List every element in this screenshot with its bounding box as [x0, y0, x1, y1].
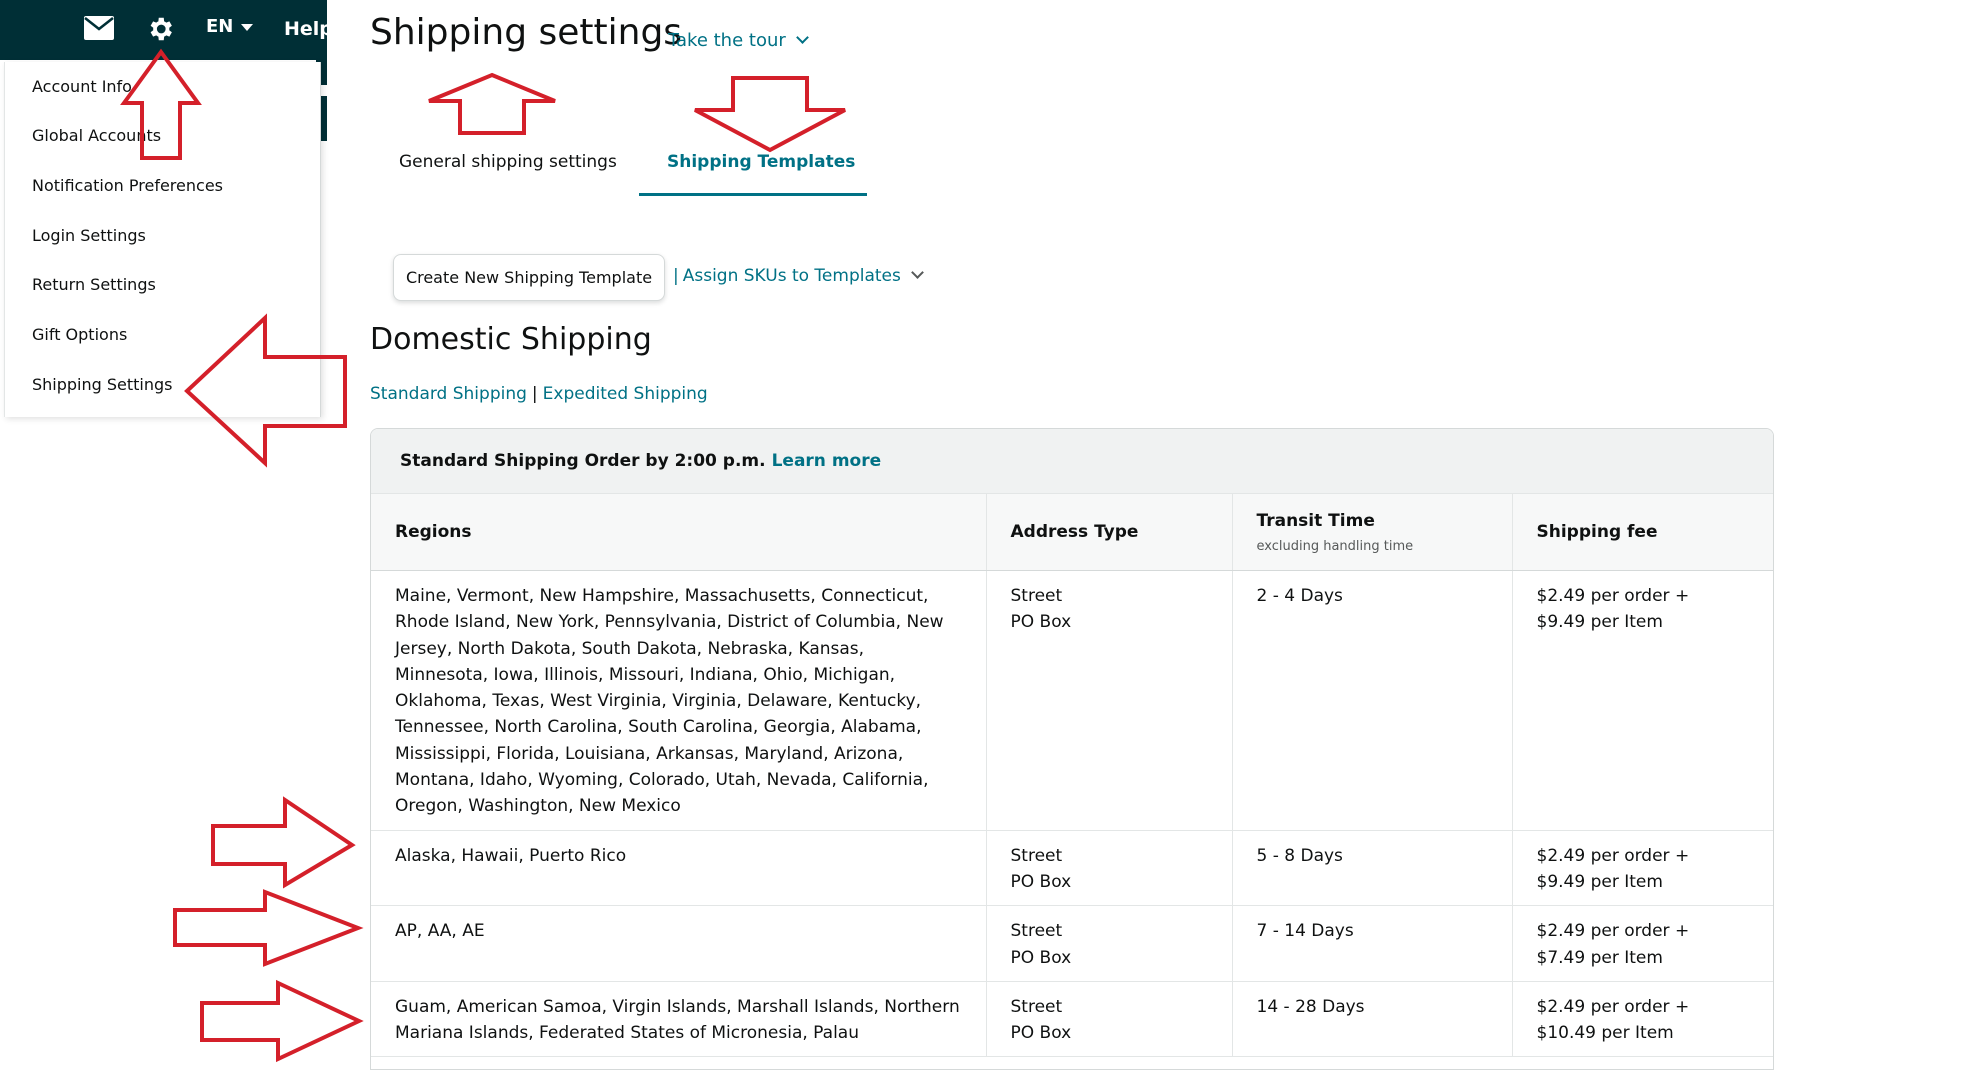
- fee-per-item: $7.49 per Item: [1536, 947, 1663, 968]
- shipping-fee-cell: $2.49 per order + $7.49 per Item: [1512, 905, 1773, 982]
- card-header: Standard Shipping Order by 2:00 p.m. Lear…: [371, 429, 1773, 494]
- menu-item-gift-options[interactable]: Gift Options: [32, 325, 127, 344]
- chevron-down-icon: [910, 266, 924, 279]
- learn-more-link[interactable]: Learn more: [772, 451, 882, 471]
- column-header-shipping-fee: Shipping fee: [1512, 494, 1773, 571]
- regions-cell: Alaska, Hawaii, Puerto Rico: [371, 830, 987, 907]
- menu-item-global-accounts[interactable]: Global Accounts: [32, 126, 161, 145]
- menu-item-notification-preferences[interactable]: Notification Preferences: [32, 176, 223, 195]
- expedited-shipping-link[interactable]: Expedited Shipping: [543, 384, 708, 404]
- settings-dropdown-menu: Account Info Global Accounts Notificatio…: [4, 62, 321, 417]
- card-heading-text: Standard Shipping Order by 2:00 p.m.: [400, 451, 766, 471]
- shipping-fee-cell: $2.49 per order + $9.49 per Item: [1512, 830, 1773, 907]
- assign-label: Assign SKUs to Templates: [682, 266, 901, 286]
- regions-cell: Maine, Vermont, New Hampshire, Massachus…: [371, 570, 987, 831]
- address-type-street: Street: [1010, 996, 1063, 1017]
- annotation-arrow-right-icon: [211, 796, 356, 889]
- column-header-address-type: Address Type: [986, 494, 1233, 571]
- caret-down-icon: [241, 23, 254, 31]
- transit-time-label: Transit Time: [1256, 510, 1375, 531]
- transit-time-cell: 14 - 28 Days: [1232, 981, 1513, 1058]
- fee-per-order: $2.49 per order +: [1536, 996, 1690, 1017]
- active-tab-indicator: [639, 193, 867, 196]
- annotation-arrow-right-icon: [200, 979, 364, 1063]
- annotation-arrow-right-icon: [173, 889, 364, 967]
- gear-icon[interactable]: [145, 14, 175, 48]
- address-type-po-box: PO Box: [1010, 871, 1072, 892]
- page-title: Shipping settings: [370, 12, 683, 53]
- fee-per-order: $2.49 per order +: [1536, 845, 1690, 866]
- tab-shipping-templates[interactable]: Shipping Templates: [667, 152, 855, 172]
- address-type-street: Street: [1010, 586, 1063, 606]
- menu-item-login-settings[interactable]: Login Settings: [32, 226, 146, 245]
- separator: |: [673, 266, 679, 286]
- shipping-fee-cell: $2.49 per order + $10.49 per Item: [1512, 981, 1773, 1058]
- standard-shipping-link[interactable]: Standard Shipping: [370, 384, 527, 404]
- menu-item-shipping-settings[interactable]: Shipping Settings: [32, 375, 173, 394]
- transit-time-cell: 7 - 14 Days: [1232, 905, 1513, 982]
- menu-item-return-settings[interactable]: Return Settings: [32, 275, 156, 294]
- shipping-fee-cell: $2.49 per order + $9.49 per Item: [1512, 570, 1773, 831]
- regions-cell: AP, AA, AE: [371, 905, 987, 982]
- tab-general-shipping-settings[interactable]: General shipping settings: [399, 152, 617, 172]
- menu-item-account-info[interactable]: Account Info: [32, 77, 132, 96]
- fee-per-item: $9.49 per Item: [1536, 612, 1663, 633]
- transit-time-cell: 5 - 8 Days: [1232, 830, 1513, 907]
- language-selector[interactable]: EN: [206, 16, 254, 37]
- regions-cell: Guam, American Samoa, Virgin Islands, Ma…: [371, 981, 987, 1058]
- standard-shipping-card: Standard Shipping Order by 2:00 p.m. Lear…: [370, 428, 1774, 1070]
- transit-time-cell: 2 - 4 Days: [1232, 570, 1513, 831]
- create-new-shipping-template-button[interactable]: Create New Shipping Template: [393, 254, 665, 301]
- table-row: Guam, American Samoa, Virgin Islands, Ma…: [371, 981, 1773, 1058]
- column-header-transit-time: Transit Time excluding handling time: [1232, 494, 1513, 571]
- fee-per-order: $2.49 per order +: [1536, 586, 1690, 606]
- chevron-down-icon: [795, 31, 809, 44]
- address-type-po-box: PO Box: [1010, 612, 1072, 633]
- fee-per-item: $9.49 per Item: [1536, 871, 1663, 892]
- top-nav: EN Help: [0, 0, 333, 60]
- address-type-cell: Street PO Box: [986, 830, 1233, 907]
- shipping-rates-table: Regions Address Type Transit Time excludi…: [371, 494, 1773, 1058]
- table-row: Alaska, Hawaii, Puerto Rico Street PO Box…: [371, 830, 1773, 907]
- address-type-street: Street: [1010, 921, 1063, 942]
- table-row: Maine, Vermont, New Hampshire, Massachus…: [371, 570, 1773, 831]
- address-type-cell: Street PO Box: [986, 570, 1233, 831]
- help-link[interactable]: Help: [284, 18, 333, 40]
- language-label: EN: [206, 16, 234, 37]
- mail-icon[interactable]: [84, 16, 114, 44]
- section-title: Domestic Shipping: [370, 322, 652, 357]
- address-type-cell: Street PO Box: [986, 981, 1233, 1058]
- shipping-type-links: Standard Shipping | Expedited Shipping: [370, 384, 708, 404]
- fee-per-order: $2.49 per order +: [1536, 921, 1690, 942]
- tour-label: Take the tour: [668, 30, 786, 51]
- assign-skus-to-templates-link[interactable]: | Assign SKUs to Templates: [673, 266, 924, 286]
- address-type-street: Street: [1010, 845, 1063, 866]
- fee-per-item: $10.49 per Item: [1536, 1023, 1674, 1044]
- address-type-cell: Street PO Box: [986, 905, 1233, 982]
- table-header-row: Regions Address Type Transit Time excludi…: [371, 494, 1773, 571]
- take-the-tour-link[interactable]: Take the tour: [668, 30, 809, 51]
- table-row: AP, AA, AE Street PO Box 7 - 14 Days $2.4…: [371, 905, 1773, 982]
- address-type-po-box: PO Box: [1010, 1023, 1072, 1044]
- column-header-regions: Regions: [371, 494, 987, 571]
- transit-time-sublabel: excluding handling time: [1256, 538, 1414, 554]
- annotation-arrow-up-icon: [428, 72, 556, 135]
- annotation-arrow-down-icon: [694, 76, 846, 153]
- card-heading: Standard Shipping Order by 2:00 p.m. Lear…: [400, 451, 881, 471]
- address-type-po-box: PO Box: [1010, 947, 1072, 968]
- separator: |: [531, 384, 538, 404]
